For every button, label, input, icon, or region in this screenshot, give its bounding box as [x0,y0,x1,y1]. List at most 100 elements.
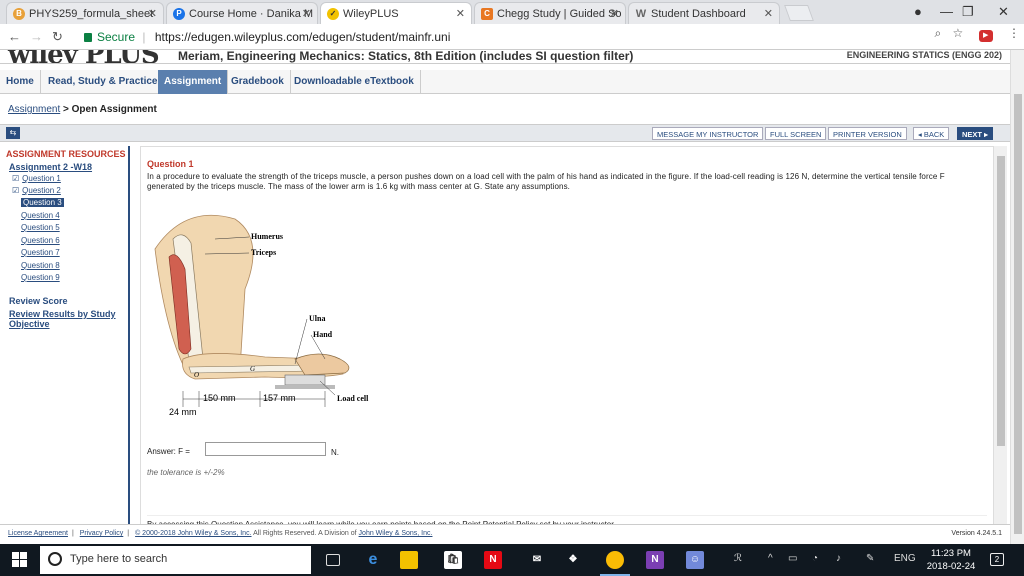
profile-icon[interactable]: ● [914,4,922,19]
window-close-icon[interactable]: ✕ [998,4,1009,20]
url-text: https://edugen.wileyplus.com/edugen/stud… [154,30,451,44]
copyright-link[interactable]: © 2000-2018 John Wiley & Sons, Inc. [135,530,251,537]
back-arrow-icon[interactable]: ← [8,29,21,44]
mail-icon[interactable]: ✉ [528,551,546,569]
onenote-icon[interactable]: N [646,551,664,569]
close-icon[interactable]: ✕ [148,7,157,20]
label-g: G [250,365,255,373]
windows-taskbar: Type here to search 🎙 e 🛍 N ✉ ❖ N ☺ ℛ ^ … [0,544,1024,576]
answer-input[interactable] [205,442,326,456]
system-clock[interactable]: 11:23 PM 2018-02-24 [922,547,980,573]
browser-tab-student-dashboard[interactable]: W Student Dashboard ✕ [628,2,780,24]
notification-center-icon[interactable]: 2 [990,553,1004,566]
question-link-4[interactable]: Question 4 [21,211,60,220]
browser-tab-wileyplus[interactable]: ✓ WileyPLUS ✕ [320,2,472,24]
close-icon[interactable]: ✕ [302,7,311,20]
browser-tab-chegg[interactable]: C Chegg Study | Guided So ✕ [474,2,626,24]
answer-unit: N. [331,448,339,457]
battery-icon[interactable]: ▭ [788,553,797,564]
full-screen-button[interactable]: FULL SCREEN [765,127,827,140]
reload-icon[interactable]: ↻ [52,29,63,45]
license-agreement-link[interactable]: License Agreement [8,530,68,537]
netflix-icon[interactable]: N [484,551,502,569]
review-results-link[interactable]: Review Results by Study Objective [9,309,116,329]
question-link-8[interactable]: Question 8 [21,261,60,270]
page-scrollbar[interactable] [1010,50,1024,544]
chevron-up-icon[interactable]: ^ [768,553,773,564]
secure-label: Secure [97,30,136,44]
new-tab-button[interactable] [784,5,814,21]
message-instructor-button[interactable]: MESSAGE MY INSTRUCTOR [652,127,764,140]
tab-downloadable-etextbook[interactable]: Downloadable eTextbook [288,70,421,94]
question-link-6[interactable]: Question 6 [21,236,60,245]
browser-tab-phys259[interactable]: B PHYS259_formula_sheet ✕ [6,2,164,24]
pen-icon[interactable]: ✎ [866,553,874,564]
extension-icon[interactable]: ▶ [978,30,993,42]
breadcrumb-assignment-link[interactable]: Assignment [8,104,60,115]
close-icon[interactable]: ✕ [456,7,465,20]
label-dim-24: 24 mm [169,407,197,417]
question-link-3[interactable]: Question 3 [21,198,64,207]
tab-read-study-practice[interactable]: Read, Study & Practice [42,70,165,94]
edge-browser-icon[interactable]: e [364,551,382,569]
close-icon[interactable]: ✕ [764,7,773,20]
label-hand: Hand [313,330,333,339]
assignment-link[interactable]: Assignment 2 -W18 [9,162,92,172]
question-link-5[interactable]: Question 5 [21,223,60,232]
course-banner: wiley PLUS Meriam, Engineering Mechanics… [0,50,1010,64]
tab-home[interactable]: Home [0,70,41,94]
question-link-7[interactable]: Question 7 [21,248,60,257]
expand-sidebar-icon[interactable]: ⇆ [6,127,20,139]
question-label: Question 1 [22,174,61,183]
menu-icon[interactable]: ⋮ [1008,26,1020,40]
search-placeholder: Type here to search [70,553,168,565]
privacy-policy-link[interactable]: Privacy Policy [80,530,124,537]
main-nav: Home Read, Study & Practice Assignment G… [0,70,1010,94]
zoom-icon[interactable]: ⌕ [934,26,941,40]
store-icon[interactable]: 🛍 [444,551,462,569]
checkbox-checked-icon: ☑ [12,174,20,183]
tab-title: Chegg Study | Guided So [497,8,622,20]
tab-gradebook[interactable]: Gradebook [225,70,291,94]
people-icon[interactable]: ℛ [734,553,742,564]
star-icon[interactable]: ☆ [953,26,964,40]
language-indicator[interactable]: ENG [894,553,916,564]
file-explorer-icon[interactable] [400,551,418,569]
taskbar-search-box[interactable]: Type here to search [40,546,311,574]
upper-arm-shape [154,215,254,377]
printer-version-button[interactable]: PRINTER VERSION [828,127,907,140]
notification-count: 2 [994,555,1000,564]
minimize-icon[interactable]: — [940,4,953,19]
breadcrumb-separator: > [63,104,69,115]
volume-icon[interactable]: ♪ [836,553,841,564]
next-button[interactable]: NEXT ▸ [957,127,993,140]
microphone-icon[interactable]: 🎙 [290,551,308,569]
chrome-icon[interactable] [606,551,624,569]
back-button[interactable]: ◂ BACK [913,127,950,140]
question-panel-scrollbar[interactable] [993,146,1007,538]
question-text: In a procedure to evaluate the strength … [147,172,945,191]
question-link-2[interactable]: ☑ Question 2 [12,186,61,195]
scrollbar-thumb[interactable] [997,156,1005,446]
forward-arrow-icon[interactable]: → [30,29,43,44]
restore-icon[interactable]: ❐ [962,4,974,20]
address-bar[interactable]: Secure | https://edugen.wileyplus.com/ed… [76,27,968,47]
hand-shape [294,353,350,376]
browser-tab-course-home[interactable]: P Course Home · Danika M ✕ [166,2,318,24]
review-score-label[interactable]: Review Score [9,296,68,306]
answer-label: Answer: F = [147,447,190,456]
discord-icon[interactable]: ☺ [686,551,704,569]
question-link-9[interactable]: Question 9 [21,273,60,282]
scrollbar-thumb[interactable] [1014,94,1022,534]
wifi-icon[interactable]: ◔ [812,553,818,564]
chegg-icon: C [481,8,493,20]
b-circle-icon: B [13,8,25,20]
close-icon[interactable]: ✕ [610,7,619,20]
dropbox-icon[interactable]: ❖ [564,551,582,569]
company-link[interactable]: John Wiley & Sons, Inc. [359,530,433,537]
tab-assignment[interactable]: Assignment [158,70,229,94]
task-view-icon[interactable] [326,554,340,566]
windows-start-icon[interactable] [12,552,28,568]
question-link-1[interactable]: ☑ Question 1 [12,174,61,183]
checkbox-checked-icon: ☑ [12,186,20,195]
